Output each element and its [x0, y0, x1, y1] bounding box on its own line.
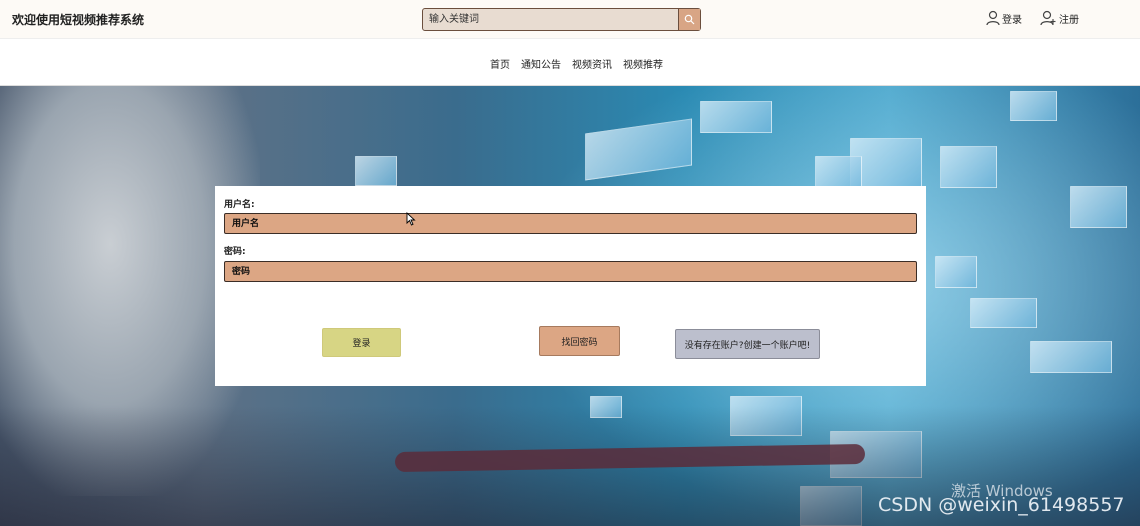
- register-link[interactable]: 注册: [1040, 10, 1079, 26]
- add-user-icon: [1040, 10, 1056, 26]
- username-label: 用户名:: [224, 200, 255, 210]
- csdn-watermark: CSDN @weixin_61498557: [878, 494, 1125, 516]
- username-input[interactable]: [224, 213, 917, 234]
- main-nav: 首页 通知公告 视频资讯 视频推荐: [0, 39, 1140, 86]
- search-icon: [684, 14, 695, 25]
- site-title: 欢迎使用短视频推荐系统: [12, 13, 145, 27]
- nav-item-announcements[interactable]: 通知公告: [521, 56, 561, 71]
- video-tile: [1010, 91, 1057, 121]
- nav-item-video-recommend[interactable]: 视频推荐: [623, 56, 663, 71]
- video-tile: [935, 256, 977, 288]
- video-tile: [940, 146, 997, 188]
- login-button[interactable]: 登录: [322, 328, 401, 357]
- video-tile: [1070, 186, 1127, 228]
- search-button[interactable]: [678, 9, 700, 30]
- user-icon: [986, 10, 1000, 26]
- search-box: [422, 8, 701, 31]
- mouse-cursor-icon: [406, 212, 416, 226]
- create-account-button[interactable]: 没有存在账户?创建一个账户吧!: [675, 329, 820, 359]
- nav-item-video-news[interactable]: 视频资讯: [572, 56, 612, 71]
- video-tile: [355, 156, 397, 186]
- password-input[interactable]: [224, 261, 917, 282]
- login-link[interactable]: 登录: [986, 10, 1022, 26]
- login-link-label: 登录: [1002, 14, 1022, 26]
- search-input[interactable]: [423, 9, 679, 30]
- login-form: 用户名: 密码: 登录 找回密码 没有存在账户?创建一个账户吧!: [215, 186, 926, 386]
- register-link-label: 注册: [1059, 14, 1079, 26]
- nav-item-home[interactable]: 首页: [490, 56, 510, 71]
- video-tile: [1030, 341, 1112, 373]
- forgot-password-button[interactable]: 找回密码: [539, 326, 620, 356]
- video-tile: [700, 101, 772, 133]
- video-tile: [970, 298, 1037, 328]
- password-label: 密码:: [224, 247, 246, 257]
- top-bar: 欢迎使用短视频推荐系统 登录 注册: [0, 0, 1140, 39]
